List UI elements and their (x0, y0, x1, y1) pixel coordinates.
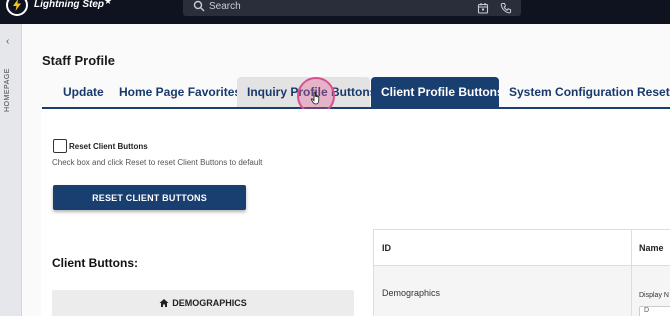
display-name-field[interactable]: D (639, 306, 670, 316)
table-header-name[interactable]: Name (632, 230, 670, 266)
home-icon (159, 299, 169, 307)
reset-checkbox-label: Reset Client Buttons (69, 141, 148, 151)
tab-home-page-favorites[interactable]: Home Page Favorites (119, 77, 241, 107)
reset-client-buttons-button[interactable]: RESET CLIENT BUTTONS (53, 185, 246, 210)
search-bar[interactable] (183, 0, 521, 16)
client-profile-buttons-panel: Reset Client Buttons Check box and click… (41, 109, 670, 316)
demographics-button[interactable]: DEMOGRAPHICS (52, 290, 354, 316)
table-cell-name: Display N D (632, 266, 670, 316)
reset-checkbox-row: Reset Client Buttons (53, 139, 148, 153)
tab-update[interactable]: Update (63, 77, 104, 107)
tab-system-configuration-reset[interactable]: System Configuration Reset (509, 77, 670, 107)
search-icon (193, 0, 205, 12)
reset-client-buttons-checkbox[interactable] (53, 139, 67, 153)
reset-hint-text: Check box and click Reset to reset Clien… (52, 158, 263, 167)
phone-icon[interactable] (500, 2, 512, 14)
top-bar: Lightning Step ★ (0, 0, 670, 24)
main-content: Staff Profile Update Home Page Favorites… (22, 24, 670, 316)
sidebar-vertical-label[interactable]: HOMEPAGE (4, 60, 11, 120)
table-header-id[interactable]: ID (374, 230, 632, 266)
collapse-chevron-icon[interactable]: ‹ (6, 36, 9, 47)
tab-client-profile-buttons[interactable]: Client Profile Buttons (371, 77, 504, 107)
hand-pointer-icon (310, 91, 320, 105)
display-name-label: Display N (639, 292, 669, 299)
demographics-button-label: DEMOGRAPHICS (172, 298, 247, 308)
tab-bar: Update Home Page Favorites Inquiry Profi… (42, 77, 670, 107)
client-buttons-heading: Client Buttons: (52, 256, 138, 270)
left-sidebar: ‹ HOMEPAGE (0, 24, 22, 316)
lightning-logo-icon[interactable] (6, 0, 28, 16)
search-input[interactable] (209, 0, 459, 14)
table-cell-id: Demographics (374, 266, 632, 316)
app-title: Lightning Step (34, 0, 104, 10)
calendar-icon[interactable] (477, 2, 489, 14)
page-title: Staff Profile (42, 53, 115, 68)
client-buttons-table: ID Name Demographics Display N D (373, 229, 670, 316)
star-icon[interactable]: ★ (104, 0, 112, 7)
